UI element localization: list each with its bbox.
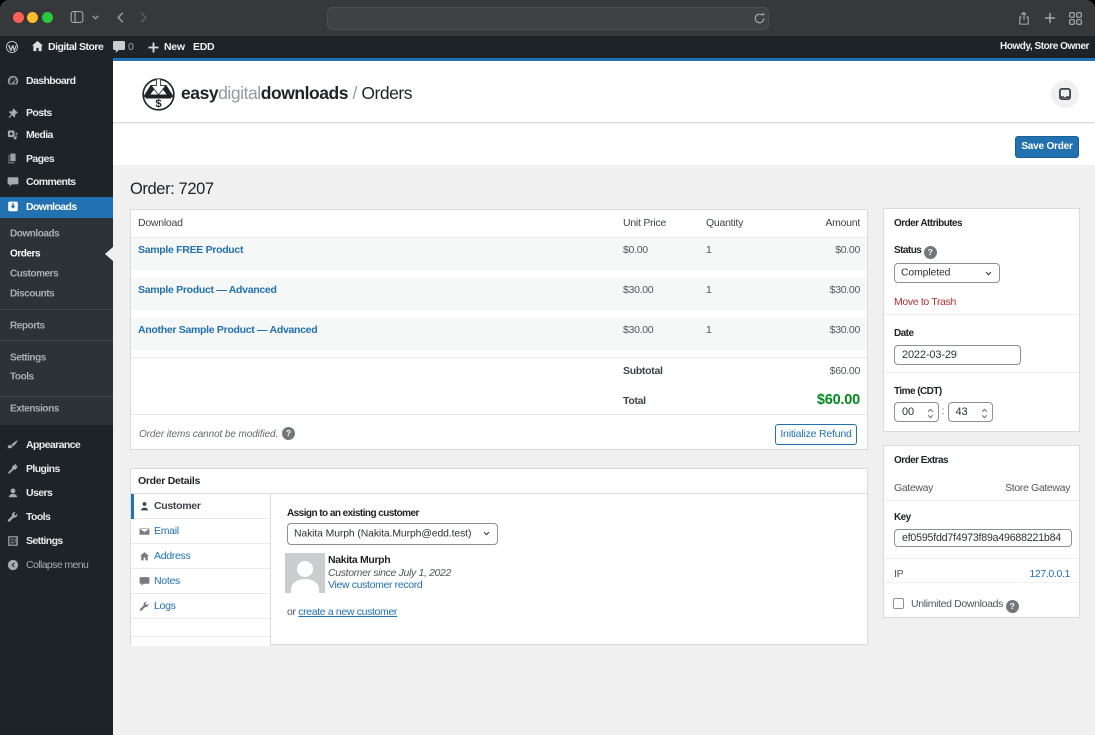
svg-text:$: $ bbox=[155, 98, 162, 110]
